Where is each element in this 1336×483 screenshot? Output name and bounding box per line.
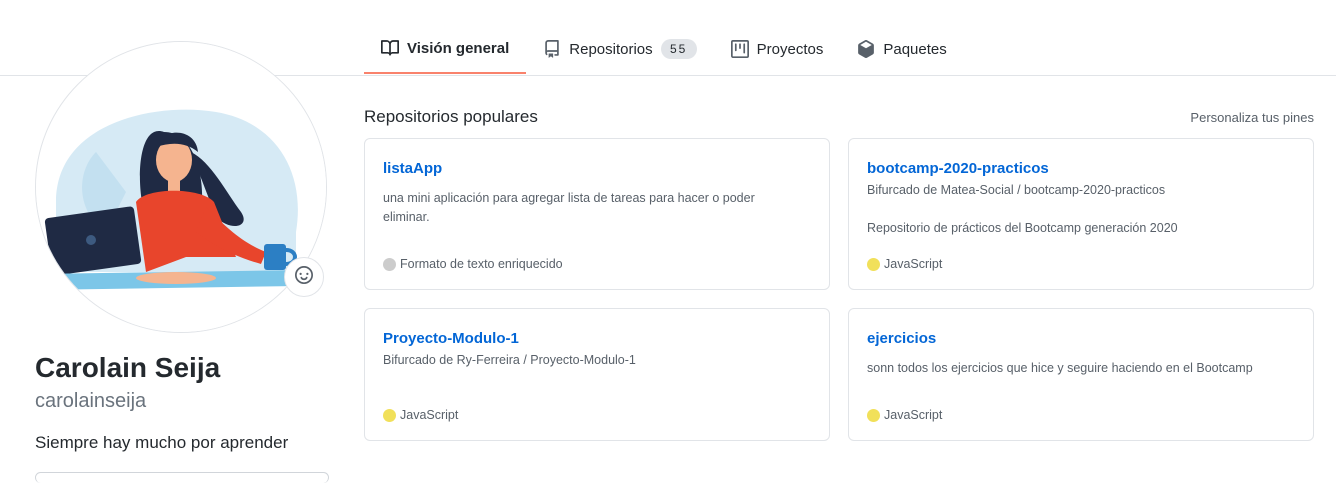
repo-icon [543, 40, 561, 58]
tab-repositories-label: Repositorios [569, 40, 653, 58]
repo-language-label: JavaScript [884, 408, 943, 422]
pinned-repo-card: bootcamp-2020-practicos Bifurcado de Mat… [848, 138, 1314, 290]
repo-language-label: JavaScript [400, 408, 459, 422]
smiley-icon [295, 265, 313, 289]
repo-link[interactable]: Proyecto-Modulo-1 [383, 330, 519, 347]
repo-description: una mini aplicación para agregar lista d… [383, 191, 755, 224]
repositories-count-badge: 55 [660, 39, 697, 59]
repo-language-label: Formato de texto enriquecido [400, 257, 563, 271]
repo-description: Repositorio de prácticos del Bootcamp ge… [867, 221, 1178, 235]
book-icon [381, 39, 399, 57]
language-color-dot [383, 408, 396, 422]
customize-pins-link[interactable]: Personaliza tus pines [1190, 110, 1314, 125]
tab-projects-label: Proyectos [756, 40, 824, 58]
repo-fork-source[interactable]: Bifurcado de Ry-Ferreira / Proyecto-Modu… [383, 353, 636, 367]
repo-language: Formato de texto enriquecido [383, 257, 563, 271]
language-color-dot [867, 408, 880, 422]
profile-bio: Siempre hay mucho por aprender [35, 433, 289, 452]
profile-fullname: Carolain Seija [35, 352, 221, 383]
tab-projects[interactable]: Proyectos [714, 24, 841, 74]
tab-overview-label: Visión general [407, 39, 510, 57]
repo-language-label: JavaScript [884, 257, 943, 271]
repo-link[interactable]: ejercicios [867, 330, 936, 347]
package-icon [857, 40, 875, 58]
avatar-container [35, 41, 327, 333]
pinned-section-title: Repositorios populares [364, 107, 538, 126]
repo-language: JavaScript [867, 257, 942, 271]
avatar-illustration [36, 42, 326, 332]
avatar[interactable] [35, 41, 327, 333]
profile-username: carolainseija [35, 390, 147, 412]
tab-packages-label: Paquetes [883, 40, 947, 58]
pinned-repo-card: listaApp una mini aplicación para agrega… [364, 138, 830, 290]
repo-language: JavaScript [867, 408, 942, 422]
repo-link[interactable]: listaApp [383, 160, 442, 177]
language-color-dot [867, 257, 880, 271]
tab-overview[interactable]: Visión general [364, 24, 527, 74]
repo-description: sonn todos los ejercicios que hice y seg… [867, 361, 1253, 375]
tab-packages[interactable]: Paquetes [840, 24, 963, 74]
set-status-button[interactable] [284, 257, 324, 297]
pinned-repo-card: ejercicios sonn todos los ejercicios que… [848, 308, 1314, 441]
tab-repositories[interactable]: Repositorios 55 [526, 24, 713, 74]
project-icon [730, 40, 749, 58]
repo-fork-source[interactable]: Bifurcado de Matea-Social / bootcamp-202… [867, 183, 1165, 197]
pinned-repo-card: Proyecto-Modulo-1 Bifurcado de Ry-Ferrei… [364, 308, 830, 441]
profile-tabs: Visión general Repositorios 55 Proyectos… [364, 24, 964, 76]
repo-language: JavaScript [383, 408, 458, 422]
repo-link[interactable]: bootcamp-2020-practicos [867, 160, 1049, 177]
language-color-dot [383, 257, 396, 271]
edit-profile-button[interactable] [35, 472, 329, 483]
